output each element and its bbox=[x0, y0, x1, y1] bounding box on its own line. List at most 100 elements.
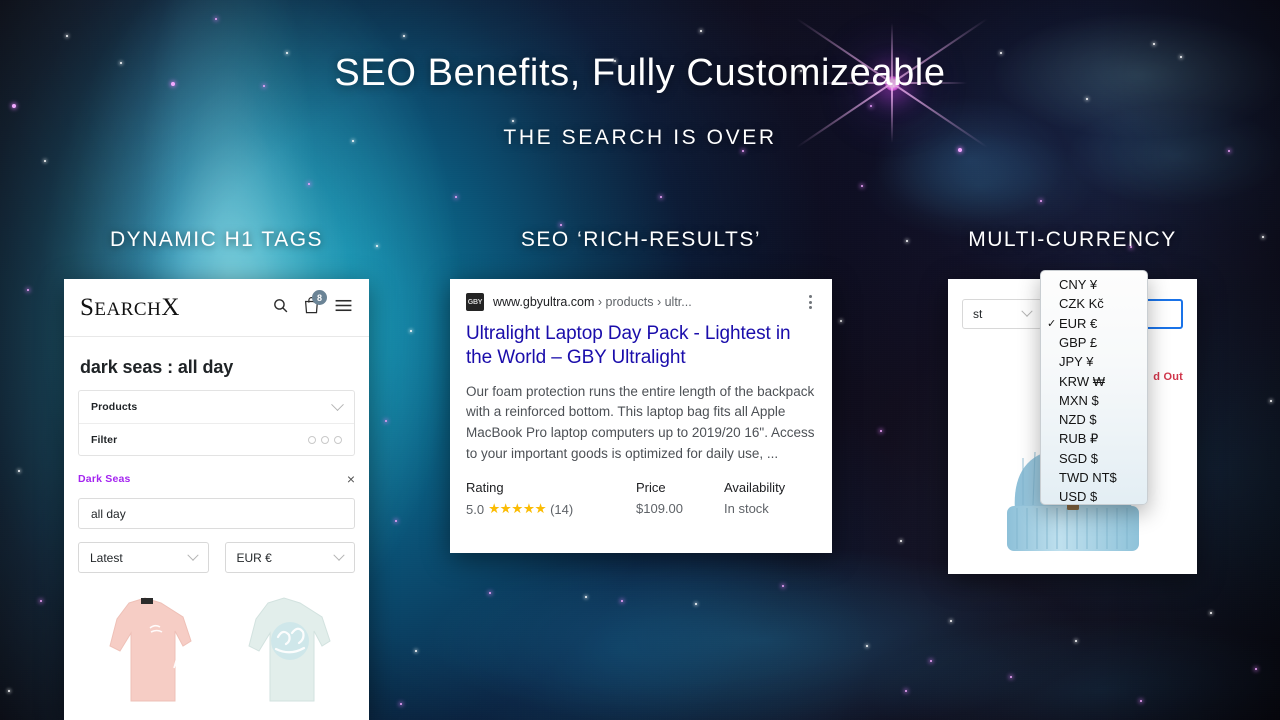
currency-menu-item-label: EUR € bbox=[1059, 315, 1098, 331]
check-icon: ✓ bbox=[1047, 317, 1057, 330]
currency-menu-item-label: TWD NT$ bbox=[1059, 470, 1117, 486]
sort-select[interactable]: st bbox=[962, 299, 1042, 329]
currency-menu-item[interactable]: TWD NT$ bbox=[1041, 468, 1147, 487]
currency-menu-item[interactable]: USD $ bbox=[1041, 487, 1147, 504]
currency-menu-item-label: SGD $ bbox=[1059, 450, 1099, 466]
star bbox=[950, 620, 952, 622]
currency-menu-item-label: KRW ₩ bbox=[1059, 373, 1105, 389]
currency-menu-item-label: CNY ¥ bbox=[1059, 277, 1098, 293]
currency-menu-item[interactable]: MXN $ bbox=[1041, 391, 1147, 410]
kebab-menu-icon[interactable] bbox=[805, 293, 816, 311]
slide-title: SEO Benefits, Fully Customizeable bbox=[334, 52, 946, 94]
hamburger-menu-icon[interactable] bbox=[334, 298, 353, 318]
star bbox=[44, 160, 46, 162]
star bbox=[215, 18, 217, 20]
star bbox=[866, 645, 868, 647]
result-description: Our foam protection runs the entire leng… bbox=[466, 383, 815, 461]
star bbox=[415, 650, 417, 652]
chevron-down-icon bbox=[1021, 305, 1033, 317]
star bbox=[489, 592, 491, 594]
currency-menu-item[interactable]: GBP £ bbox=[1041, 333, 1147, 352]
rich-column-price: Price $109.00 bbox=[636, 480, 724, 517]
currency-menu-item[interactable]: ✓ EUR € bbox=[1041, 314, 1147, 333]
currency-menu-item[interactable]: CNY ¥ bbox=[1041, 275, 1147, 294]
search-icon[interactable] bbox=[272, 297, 289, 319]
currency-menu-item-label: GBP £ bbox=[1059, 335, 1098, 351]
sort-select[interactable]: Latest bbox=[78, 542, 209, 573]
star bbox=[1075, 640, 1077, 642]
column-heading-dynamic-h1-tags: DYNAMIC H1 TAGS bbox=[109, 228, 324, 251]
star bbox=[660, 196, 662, 198]
product-card-mint-tee[interactable] bbox=[217, 589, 356, 709]
rich-column-rating: Rating 5.0 ★★★★★ (14) bbox=[466, 480, 636, 517]
star bbox=[880, 430, 882, 432]
sort-select-value: st bbox=[973, 307, 983, 321]
active-filter-tag-row: Dark Seas × bbox=[78, 472, 355, 486]
result-url[interactable]: www.gbyultra.com › products › ultr... bbox=[493, 295, 692, 309]
star bbox=[585, 596, 587, 598]
product-card-pink-tee[interactable] bbox=[78, 589, 217, 709]
chevron-down-icon bbox=[186, 549, 199, 561]
star bbox=[455, 196, 457, 198]
filter-selects: Latest EUR € bbox=[78, 542, 355, 573]
star bbox=[395, 520, 397, 522]
rich-column-availability: Availability In stock bbox=[724, 480, 785, 517]
accordion-label-filter: Filter bbox=[91, 433, 118, 446]
currency-menu-item[interactable]: RUB ₽ bbox=[1041, 429, 1147, 448]
rich-value-price: $109.00 bbox=[636, 501, 683, 517]
slide-stage: SEO Benefits, Fully Customizeable THE SE… bbox=[0, 0, 1280, 720]
accordion-row-products[interactable]: Products bbox=[79, 391, 354, 423]
accordion-row-filter[interactable]: Filter bbox=[79, 423, 354, 455]
star bbox=[1086, 98, 1088, 100]
filter-accordion: Products Filter bbox=[78, 390, 355, 456]
star bbox=[385, 420, 387, 422]
rating-number: 5.0 bbox=[466, 501, 485, 517]
search-input[interactable]: all day bbox=[78, 498, 355, 529]
result-domain: www.gbyultra.com bbox=[493, 295, 595, 309]
chevron-down-icon[interactable] bbox=[331, 397, 344, 412]
three-dots-icon[interactable] bbox=[308, 435, 342, 444]
currency-select[interactable]: EUR € bbox=[224, 542, 355, 573]
star bbox=[900, 540, 902, 542]
searchx-logo[interactable]: SEARCHX bbox=[80, 295, 180, 320]
star bbox=[700, 30, 702, 32]
page-title-h1: dark seas : all day bbox=[80, 357, 234, 377]
star bbox=[695, 603, 697, 605]
currency-menu-item[interactable]: NZD $ bbox=[1041, 410, 1147, 429]
currency-menu-item[interactable]: JPY ¥ bbox=[1041, 352, 1147, 371]
star bbox=[905, 690, 907, 692]
star bbox=[560, 224, 562, 226]
star bbox=[782, 585, 784, 587]
star bbox=[403, 35, 405, 37]
star bbox=[1262, 236, 1264, 238]
star bbox=[930, 660, 932, 662]
close-icon[interactable]: × bbox=[347, 472, 355, 486]
rich-value-rating: 5.0 ★★★★★ (14) bbox=[466, 501, 636, 517]
result-title-link[interactable]: Ultralight Laptop Day Pack - Lightest in… bbox=[466, 322, 816, 371]
star bbox=[18, 470, 20, 472]
currency-menu-item-label: CZK Kč bbox=[1059, 296, 1104, 312]
rich-header-rating: Rating bbox=[466, 480, 504, 496]
shopping-bag-icon[interactable]: 8 bbox=[303, 290, 327, 319]
star bbox=[1255, 668, 1257, 670]
logo-x: X bbox=[161, 294, 180, 321]
star bbox=[1210, 612, 1212, 614]
star bbox=[40, 600, 42, 602]
currency-dropdown-menu[interactable]: CNY ¥ CZK Kč ✓ EUR € GBP £ JPY ¥ KRW ₩ MXN $ NZD… bbox=[1040, 270, 1148, 505]
currency-menu-item[interactable]: SGD $ bbox=[1041, 449, 1147, 468]
star bbox=[742, 150, 744, 152]
product-grid bbox=[64, 589, 369, 709]
star bbox=[1140, 700, 1142, 702]
site-favicon-icon: GBY bbox=[466, 293, 484, 311]
star bbox=[66, 35, 68, 37]
currency-menu-item[interactable]: KRW ₩ bbox=[1041, 371, 1147, 390]
star bbox=[906, 240, 908, 242]
storefront-header: SEARCHX 8 bbox=[64, 279, 369, 337]
currency-menu-item-label: JPY ¥ bbox=[1059, 354, 1094, 370]
active-filter-tag[interactable]: Dark Seas bbox=[78, 473, 131, 485]
rich-header-price: Price bbox=[636, 480, 666, 496]
star bbox=[1153, 43, 1155, 45]
currency-menu-item[interactable]: CZK Kč bbox=[1041, 294, 1147, 313]
rich-value-availability: In stock bbox=[724, 501, 769, 517]
rich-result-table: Rating 5.0 ★★★★★ (14) Price $109.00 Avai… bbox=[466, 480, 816, 517]
